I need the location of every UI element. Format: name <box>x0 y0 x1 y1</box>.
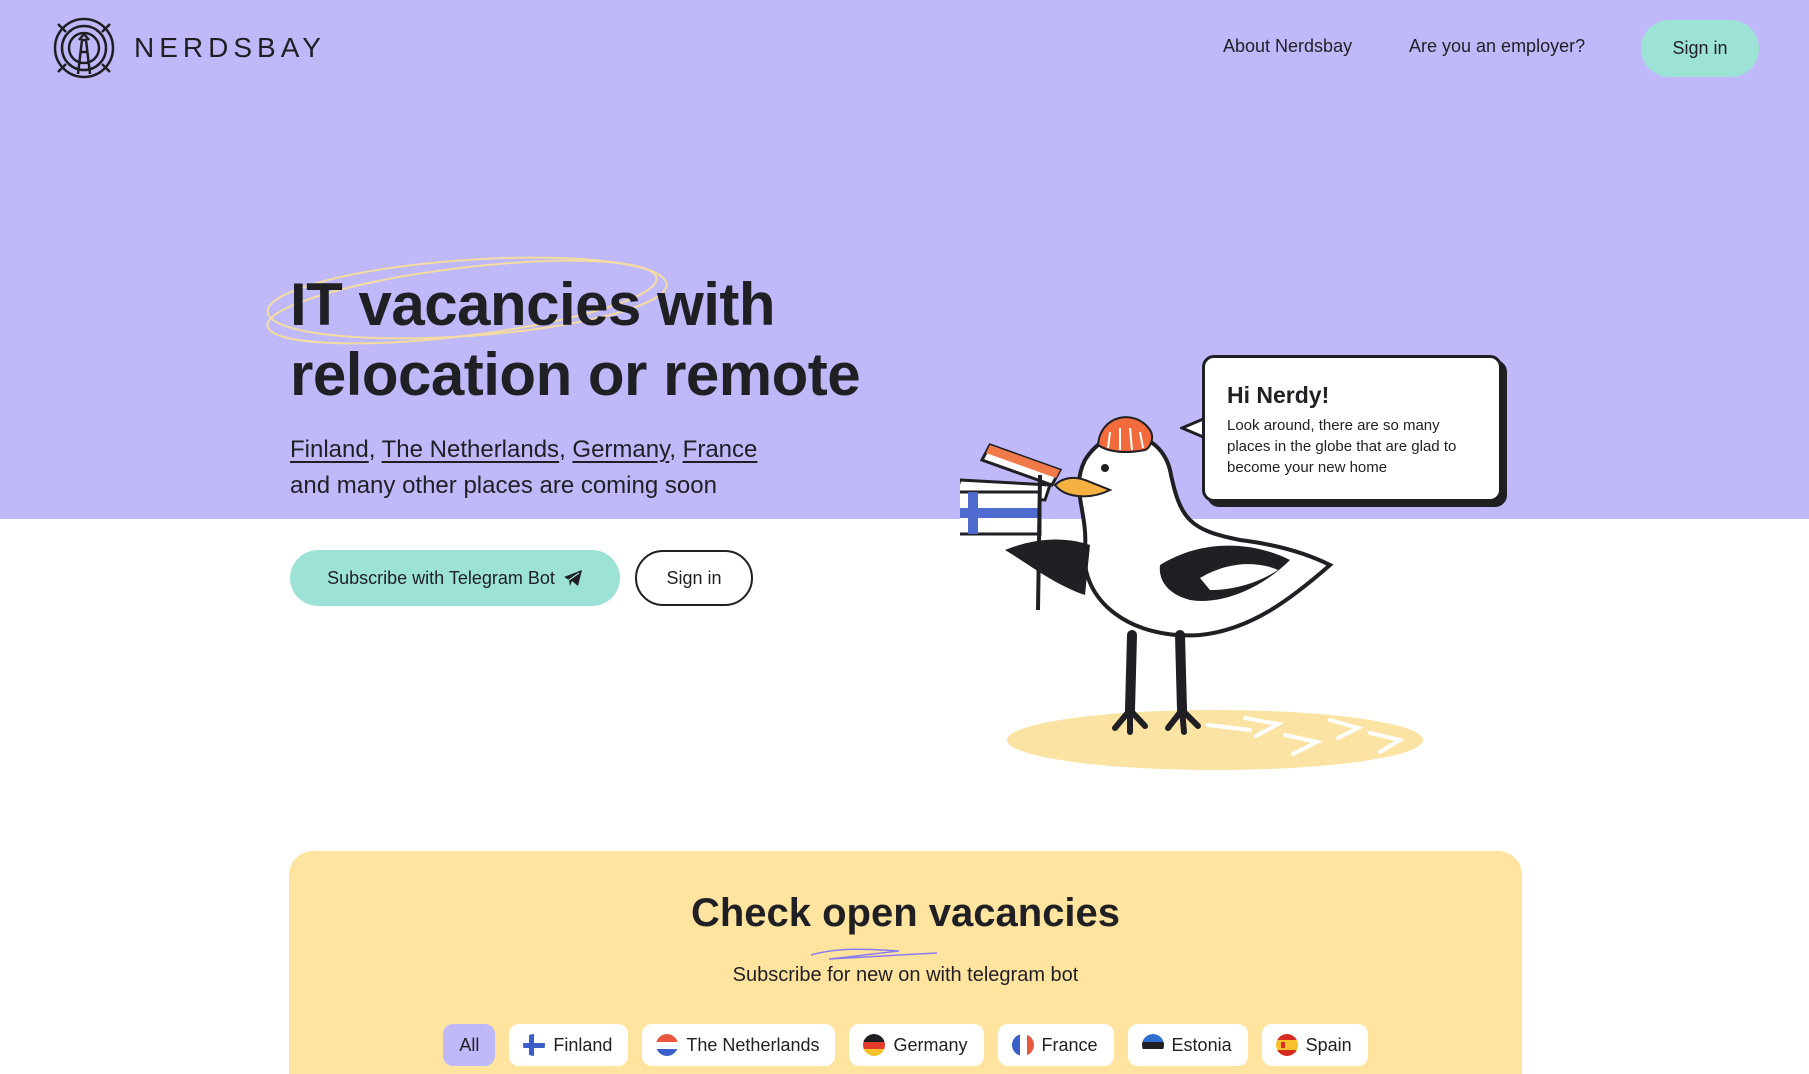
filter-chip-label: Germany <box>893 1034 968 1055</box>
headline-line1-rest: with <box>640 271 776 338</box>
filter-chip-label: The Netherlands <box>686 1034 820 1055</box>
germany-flag-icon <box>863 1034 886 1056</box>
filter-chip-label: Estonia <box>1171 1034 1232 1055</box>
filter-chip-label: Spain <box>1305 1034 1352 1055</box>
vacancies-title-highlight: open <box>822 891 918 935</box>
filter-chip-france[interactable]: France <box>997 1024 1114 1066</box>
filter-chip-label: France <box>1041 1034 1098 1055</box>
filter-chip-germany[interactable]: Germany <box>849 1024 984 1066</box>
underline-squiggle-decoration <box>810 948 938 960</box>
nav-about-link[interactable]: About Nerdsbay <box>1223 36 1352 57</box>
country-filter-bar: All Finland The Netherlands Germany Fran… <box>289 1024 1522 1066</box>
filter-chip-all[interactable]: All <box>443 1024 496 1066</box>
headline-line2: relocation or remote <box>290 341 861 408</box>
filter-chip-estonia[interactable]: Estonia <box>1127 1024 1248 1066</box>
subscribe-telegram-button[interactable]: Subscribe with Telegram Bot <box>290 550 620 606</box>
filter-chip-netherlands[interactable]: The Netherlands <box>642 1024 836 1066</box>
spain-flag-icon <box>1275 1034 1298 1056</box>
filter-chip-finland[interactable]: Finland <box>509 1024 629 1066</box>
vacancies-title-before: Check <box>690 891 823 935</box>
vacancies-title-after: vacancies <box>917 891 1121 935</box>
header-sign-in-button[interactable]: Sign in <box>1641 20 1759 77</box>
estonia-flag-icon <box>1141 1034 1164 1056</box>
bubble-text: Look around, there are so many places in… <box>1227 417 1457 476</box>
telegram-icon <box>563 570 582 586</box>
vacancies-title: Check open vacancies <box>289 891 1522 936</box>
hero-sign-in-button[interactable]: Sign in <box>635 550 753 606</box>
filter-chip-label: All <box>459 1034 480 1055</box>
vacancies-subtitle: Subscribe for new on with telegram bot <box>732 964 1079 986</box>
nav-employer-link[interactable]: Are you an employer? <box>1409 36 1585 57</box>
vacancies-section: Check open vacancies Subscribe for new o… <box>289 851 1522 1074</box>
flags-decoration <box>960 443 1063 611</box>
filter-chip-spain[interactable]: Spain <box>1261 1024 1368 1066</box>
country-link-finland[interactable]: Finland <box>290 436 369 463</box>
country-link-germany[interactable]: Germany <box>572 436 669 463</box>
bubble-title: Hi Nerdy! <box>1227 382 1330 408</box>
country-link-netherlands[interactable]: The Netherlands <box>382 436 559 463</box>
hero-headline: IT vacancies with relocation or remote <box>290 270 930 410</box>
country-link-france[interactable]: France <box>683 436 758 463</box>
lighthouse-logo-icon <box>53 17 115 79</box>
netherlands-flag-icon <box>656 1034 679 1056</box>
speech-bubble: Hi Nerdy! Look around, there are so many… <box>1202 355 1502 502</box>
countries-list: Finland, The Netherlands, Germany, Franc… <box>290 436 758 463</box>
subscribe-telegram-label: Subscribe with Telegram Bot <box>327 567 555 588</box>
france-flag-icon <box>1011 1034 1034 1056</box>
site-header: NERDSBAY About Nerdsbay Are you an emplo… <box>0 0 1809 96</box>
finland-flag-icon <box>523 1034 546 1056</box>
brand-name: NERDSBAY <box>134 32 326 63</box>
logo-link[interactable]: NERDSBAY <box>52 16 326 80</box>
filter-chip-label: Finland <box>553 1034 613 1055</box>
headline-highlight: IT vacancies <box>290 271 641 338</box>
coming-soon-text: and many other places are coming soon <box>290 472 717 499</box>
